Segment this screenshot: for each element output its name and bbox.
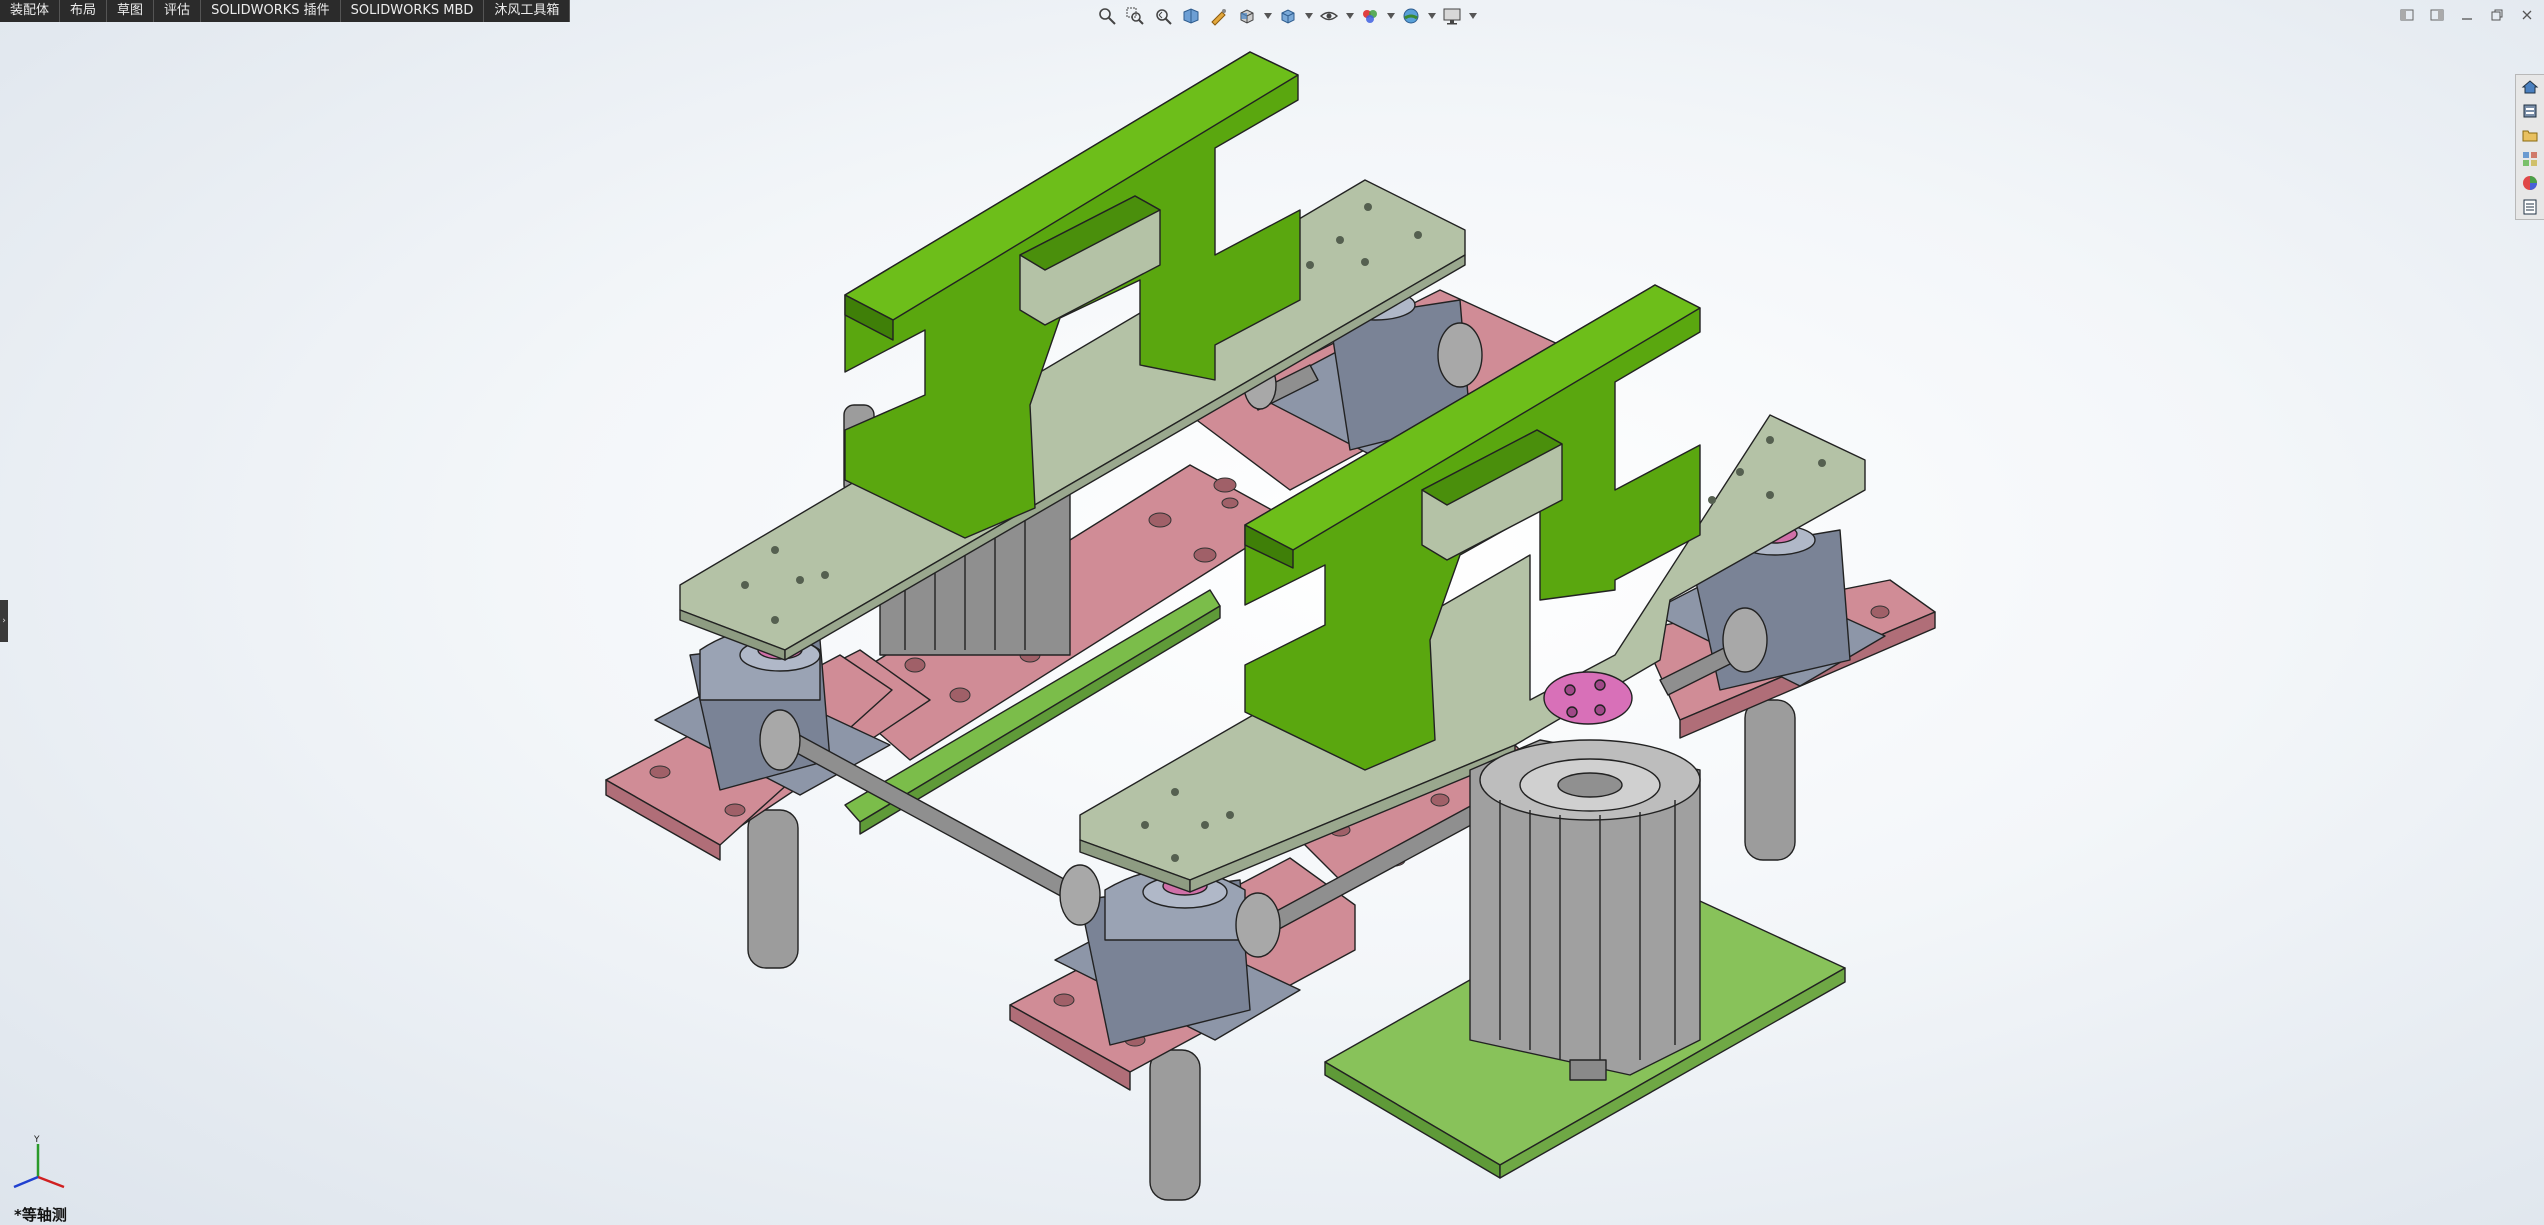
triad-y-label: Y [33, 1135, 40, 1145]
pink-cylinder-flange [1543, 671, 1633, 725]
reference-triad: Y [13, 1135, 65, 1189]
front-pneumatic-cylinder [1469, 739, 1701, 1081]
view-orientation-label: *等轴测 [14, 1206, 67, 1224]
graphics-area-3d-model[interactable] [0, 0, 2544, 1225]
